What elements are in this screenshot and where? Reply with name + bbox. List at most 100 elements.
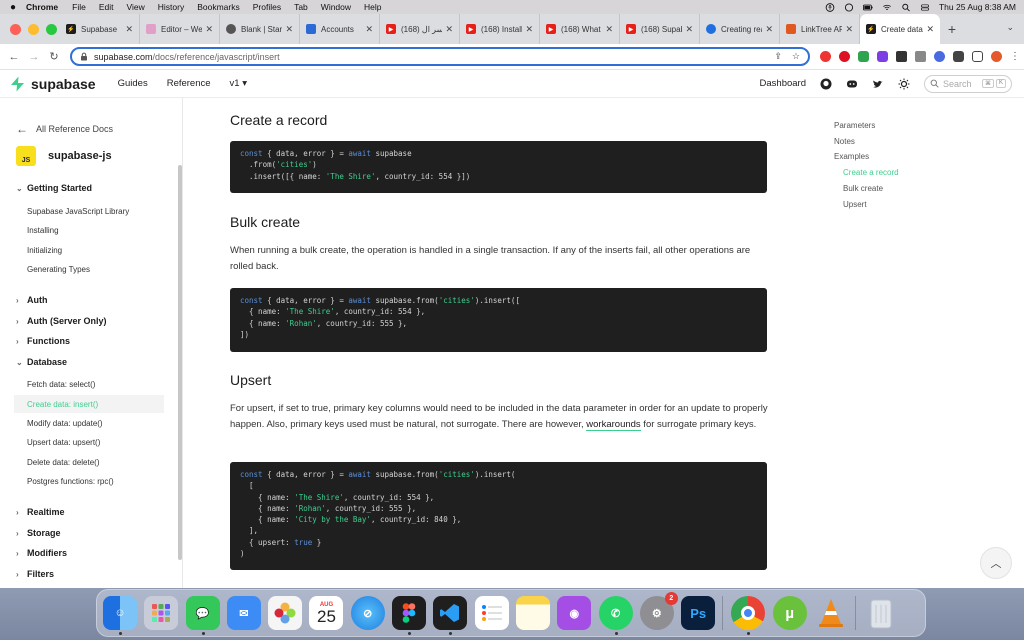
menu-bookmarks[interactable]: Bookmarks [197,2,240,12]
sidebar-section-filters[interactable]: › Filters [16,569,54,579]
sidebar-scrollbar[interactable] [178,165,182,560]
address-bar[interactable]: supabase.com/docs/reference/javascript/i… [70,47,810,66]
safari-icon[interactable]: ⊘ [350,596,385,630]
browser-tab[interactable]: Editor – Web✕ [140,14,220,44]
tab-close-icon[interactable]: ✕ [205,24,213,35]
launchpad-icon[interactable] [144,596,179,630]
calendar-icon[interactable]: AUG 25 [309,596,344,630]
tab-close-icon[interactable]: ✕ [605,24,613,35]
tab-search-icon[interactable]: ⌄ [1006,22,1014,33]
discord-icon[interactable] [846,78,858,90]
sidebar-item-library[interactable]: Supabase JavaScript Library [27,207,129,216]
menu-edit[interactable]: Edit [99,2,114,12]
tab-close-icon[interactable]: ✕ [765,24,773,35]
figma-icon[interactable] [392,596,427,635]
browser-tab[interactable]: Blank | Start ✕ [220,14,300,44]
docs-search-input[interactable]: Search ⌘ K [924,74,1012,93]
menu-help[interactable]: Help [364,2,381,12]
podcasts-icon[interactable]: ◉ [557,596,592,630]
vscode-icon[interactable] [433,596,468,635]
code-block-upsert[interactable]: const { data, error } = await supabase.f… [230,462,767,570]
reminders-icon[interactable] [474,596,509,630]
toc-parameters[interactable]: Parameters [834,121,875,130]
twitter-icon[interactable] [872,78,884,90]
tab-close-icon[interactable]: ✕ [285,24,293,35]
lock-icon[interactable] [80,52,88,61]
utorrent-icon[interactable]: µ [772,596,807,630]
notes-icon[interactable] [515,596,550,630]
back-arrow-icon[interactable]: ← [4,51,24,63]
back-to-reference-link[interactable]: ← All Reference Docs [16,122,113,136]
nav-guides[interactable]: Guides [118,78,148,89]
side-panel-icon[interactable] [972,51,983,62]
spotlight-icon[interactable] [901,3,911,12]
extension-gear-icon[interactable] [934,51,945,62]
photoshop-icon[interactable]: Ps [681,596,716,630]
version-selector[interactable]: v1 ▾ [230,78,247,89]
photos-icon[interactable] [268,596,303,630]
sidebar-section-realtime[interactable]: › Realtime [16,507,65,517]
menubar-clock[interactable]: Thu 25 Aug 8:38 AM [939,2,1016,12]
browser-tab[interactable]: ⚡ Supabase ✕ [60,14,140,44]
extension-font-icon[interactable] [896,51,907,62]
extension-shield-icon[interactable] [858,51,869,62]
menu-tab[interactable]: Tab [294,2,308,12]
extension-purple-icon[interactable] [877,51,888,62]
toc-upsert[interactable]: Upsert [843,200,867,209]
menu-app-name[interactable]: Chrome [26,2,58,12]
browser-tab-active[interactable]: ⚡ Create data ✕ [860,14,940,44]
siri-icon[interactable] [844,2,854,12]
sidebar-section-auth-server[interactable]: › Auth (Server Only) [16,316,107,326]
tab-close-icon[interactable]: ✕ [525,24,533,35]
sidebar-item-insert[interactable]: Create data: insert() [14,395,164,413]
toc-notes[interactable]: Notes [834,137,855,146]
new-tab-button[interactable]: + [940,14,964,44]
wifi-icon[interactable] [882,3,892,12]
sidebar-section-functions[interactable]: › Functions [16,336,70,346]
toc-bulk-create[interactable]: Bulk create [843,184,883,193]
browser-tab[interactable]: ▶ (168) What ✕ [540,14,620,44]
sidebar-item-rpc[interactable]: Postgres functions: rpc() [27,477,114,486]
sidebar-item-select[interactable]: Fetch data: select() [27,380,95,389]
sidebar-item-initializing[interactable]: Initializing [27,246,62,255]
profile-avatar[interactable] [991,51,1002,62]
nav-reference[interactable]: Reference [167,78,211,89]
github-icon[interactable] [820,78,832,90]
bookmark-star-icon[interactable]: ☆ [792,51,800,62]
tab-close-icon[interactable]: ✕ [926,24,934,35]
control-center-icon[interactable] [920,3,930,12]
toc-create-record[interactable]: Create a record [843,168,899,177]
sidebar-item-generating-types[interactable]: Generating Types [27,265,90,274]
accessibility-icon[interactable] [825,2,835,12]
forward-arrow-icon[interactable]: → [24,51,44,63]
extensions-puzzle-icon[interactable] [953,51,964,62]
sidebar-item-installing[interactable]: Installing [27,226,59,235]
finder-icon[interactable]: ☺ [103,596,137,635]
tab-close-icon[interactable]: ✕ [685,24,693,35]
browser-tab[interactable]: ▶ (168) Supab ✕ [620,14,700,44]
mail-icon[interactable]: ✉ [226,596,261,630]
reload-icon[interactable]: ↻ [44,50,64,63]
sidebar-item-delete[interactable]: Delete data: delete() [27,458,100,467]
chrome-icon[interactable] [731,596,766,635]
sidebar-section-getting-started[interactable]: ⌄ Getting Started [16,183,92,193]
whatsapp-icon[interactable]: ✆ [598,596,633,635]
browser-tab[interactable]: ▶ (168) Install ✕ [460,14,540,44]
trash-icon[interactable] [864,596,898,630]
menu-file[interactable]: File [72,2,86,12]
supabase-logo[interactable]: supabase [10,76,96,92]
code-block-bulk[interactable]: const { data, error } = await supabase.f… [230,288,767,352]
zoom-window-button[interactable] [46,24,57,35]
tab-close-icon[interactable]: ✕ [845,24,853,35]
system-settings-icon[interactable]: ⚙ 2 [639,592,678,630]
share-icon[interactable]: ⇪ [774,51,782,62]
menu-profiles[interactable]: Profiles [253,2,281,12]
sidebar-section-storage[interactable]: › Storage [16,528,61,538]
extension-camera-icon[interactable] [915,51,926,62]
browser-tab[interactable]: Creating rea ✕ [700,14,780,44]
browser-tab[interactable]: Accounts ✕ [300,14,380,44]
browser-tab[interactable]: LinkTree AP ✕ [780,14,860,44]
apple-menu-icon[interactable]: ● [0,2,26,13]
vlc-icon[interactable] [814,596,848,630]
menu-view[interactable]: View [126,2,144,12]
